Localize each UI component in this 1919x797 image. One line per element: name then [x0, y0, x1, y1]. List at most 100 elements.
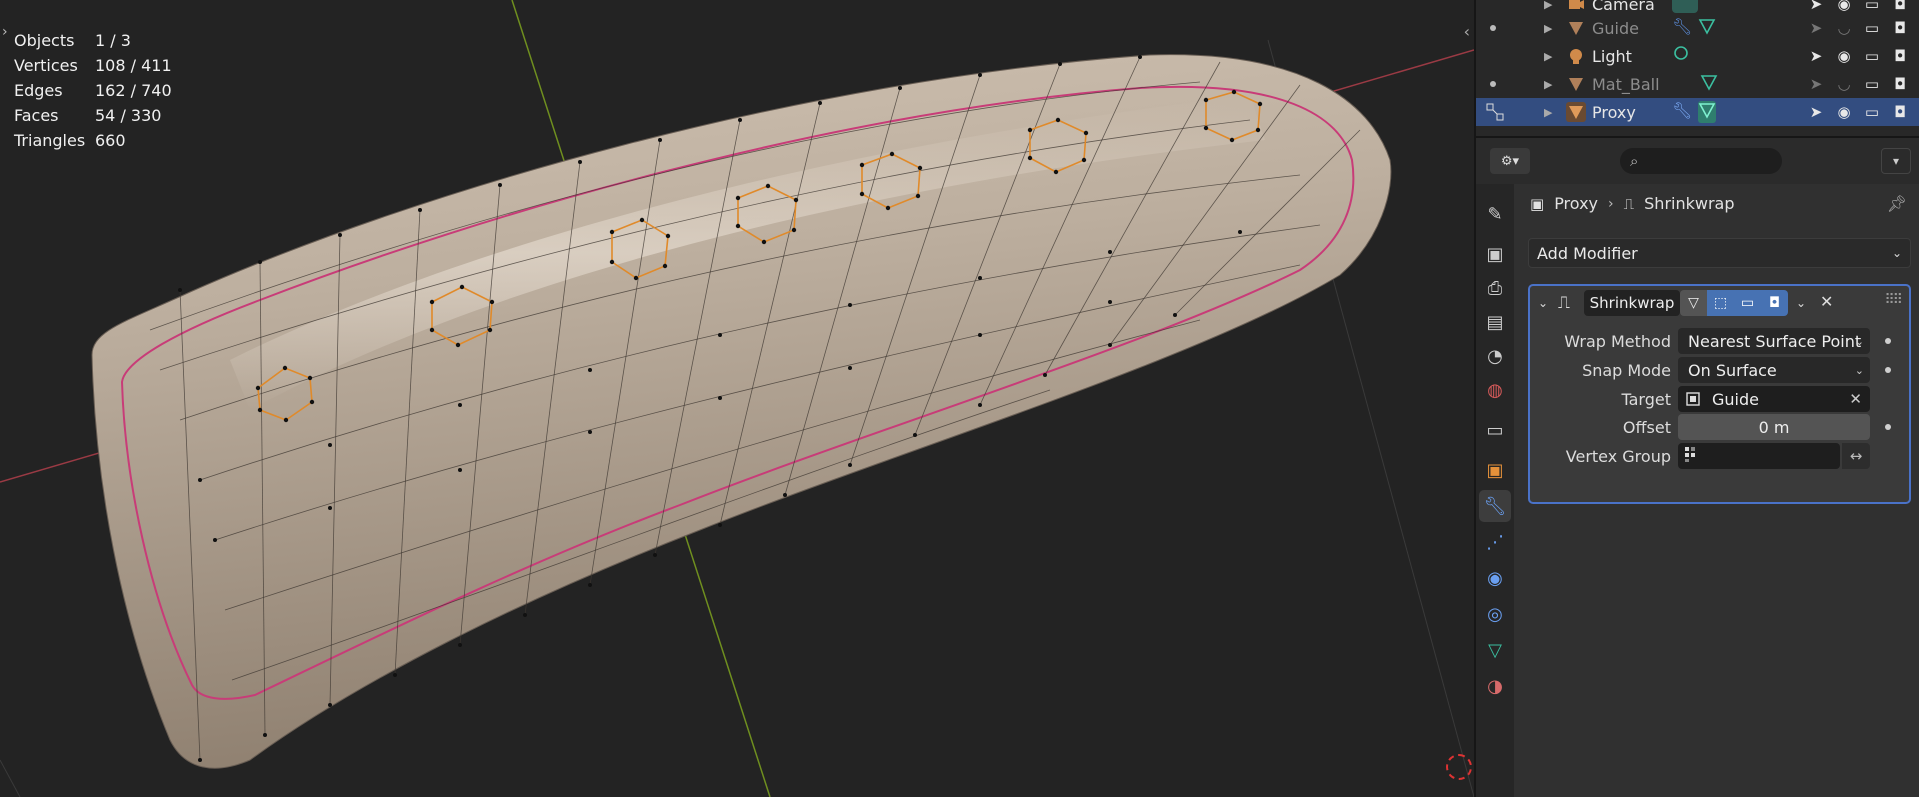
keyframe-dot-icon[interactable] — [1885, 338, 1891, 344]
modifier-header: ⌄ ⎍ Shrinkwrap ▽ ⬚ ▭ ◘ ⌄ ✕ ⠿⠿ — [1530, 286, 1909, 320]
breadcrumb-modifier: Shrinkwrap — [1644, 194, 1735, 213]
tab-world[interactable]: ◍ — [1479, 374, 1511, 406]
expand-arrow-icon[interactable]: ▶ — [1544, 0, 1552, 11]
tab-constraints[interactable]: ◎ — [1479, 598, 1511, 630]
offset-number-field[interactable]: 0 m — [1678, 414, 1870, 440]
collapse-chevron-icon[interactable]: ⌄ — [1538, 296, 1548, 310]
tab-modifiers[interactable]: 🔧︎ — [1479, 490, 1511, 522]
select-arrow-icon[interactable]: ➤ — [1806, 0, 1826, 14]
drag-handle-icon[interactable]: ⠿⠿ — [1884, 292, 1902, 308]
stat-label: Faces — [14, 106, 59, 125]
vertex-group-icon — [1684, 446, 1700, 466]
tab-physics[interactable]: ◉ — [1479, 562, 1511, 594]
tab-output[interactable]: ⎙ — [1479, 272, 1511, 304]
render-toggle-icon[interactable]: ◘ — [1761, 290, 1788, 316]
monitor-icon[interactable]: ▭ — [1862, 102, 1882, 122]
outliner-item-light[interactable]: ▶ Light ➤ ◉ ▭ ◘ — [1476, 42, 1919, 70]
target-object-field[interactable]: Guide ✕ — [1678, 386, 1870, 412]
stat-label: Triangles — [14, 131, 86, 150]
tab-view-layer[interactable]: ▤ — [1479, 306, 1511, 338]
render-camera-icon[interactable]: ◘ — [1890, 46, 1910, 66]
stat-value: 108 / 411 — [95, 56, 172, 75]
outliner-item-mat-ball[interactable]: ▶ Mat_Ball ➤ ◡ ▭ ◘ — [1476, 70, 1919, 98]
select-arrow-icon[interactable]: ➤ — [1806, 102, 1826, 122]
edit-mode-toggle-icon[interactable]: ⬚ — [1707, 290, 1734, 316]
close-icon[interactable]: ✕ — [1820, 292, 1833, 311]
stat-label: Vertices — [14, 56, 78, 75]
outliner[interactable]: ▶ Camera ➤ ◉ ▭ ◘ ▶ Guide 🔧︎ ➤ ◡ ▭ ◘ ▶ Light ➤ ◉… — [1474, 0, 1919, 136]
eye-closed-icon[interactable]: ◡ — [1834, 74, 1854, 94]
mesh-data-icon[interactable] — [1700, 73, 1718, 95]
select-arrow-icon[interactable]: ➤ — [1806, 74, 1826, 94]
editor-type-button[interactable]: ⚙︎▾ — [1490, 148, 1530, 174]
options-dropdown[interactable]: ▾ — [1881, 148, 1911, 174]
pin-icon[interactable]: 📌︎ — [1887, 194, 1907, 213]
expand-arrow-icon[interactable]: ▶ — [1544, 22, 1552, 35]
mesh-data-icon[interactable] — [1698, 17, 1716, 39]
tab-scene[interactable]: ◔ — [1479, 340, 1511, 372]
tab-collection[interactable]: ▭ — [1479, 414, 1511, 446]
clear-target-icon[interactable]: ✕ — [1849, 390, 1862, 408]
target-value: Guide — [1712, 389, 1759, 409]
3d-viewport[interactable]: › ‹ Objects 1 / 3 Vertices 108 / 411 Edges… — [0, 0, 1474, 797]
monitor-icon[interactable]: ▭ — [1862, 74, 1882, 94]
monitor-icon[interactable]: ▭ — [1862, 0, 1882, 14]
keyframe-dot-icon[interactable] — [1885, 367, 1891, 373]
eye-icon[interactable]: ◉ — [1834, 0, 1854, 14]
tab-material[interactable]: ◑ — [1479, 670, 1511, 702]
stat-row: Vertices 108 / 411 — [14, 53, 172, 78]
eye-icon[interactable]: ◉ — [1834, 102, 1854, 122]
offset-row: Offset 0 m — [1530, 414, 1909, 440]
render-camera-icon[interactable]: ◘ — [1890, 74, 1910, 94]
tab-tool[interactable]: ✎ — [1479, 198, 1511, 230]
tab-object[interactable]: ▣ — [1479, 454, 1511, 486]
chevron-down-icon[interactable]: ⌄ — [1796, 296, 1806, 310]
monitor-icon[interactable]: ▭ — [1862, 46, 1882, 66]
3d-cursor-icon[interactable] — [1446, 754, 1472, 780]
eye-closed-icon[interactable]: ◡ — [1834, 18, 1854, 38]
scene-icon: ◔ — [1487, 345, 1503, 367]
render-camera-icon[interactable]: ◘ — [1890, 102, 1910, 122]
select-arrow-icon[interactable]: ➤ — [1806, 18, 1826, 38]
eye-icon[interactable]: ◉ — [1834, 46, 1854, 66]
monitor-icon[interactable]: ▭ — [1862, 18, 1882, 38]
wrench-icon[interactable]: 🔧︎ — [1672, 17, 1692, 39]
tab-particles[interactable]: ⋰ — [1479, 526, 1511, 558]
search-input[interactable]: ⌕ — [1620, 148, 1782, 174]
modifier-name-field[interactable]: Shrinkwrap — [1584, 290, 1680, 316]
image-stack-icon: ▤ — [1486, 311, 1504, 333]
add-modifier-button[interactable]: Add Modifier ⌄ — [1528, 238, 1911, 268]
mesh-data-icon[interactable] — [1698, 101, 1717, 123]
render-camera-icon[interactable]: ◘ — [1890, 0, 1910, 14]
snap-mode-dropdown[interactable]: On Surface ⌄ — [1678, 357, 1870, 383]
properties-editor[interactable]: ⚙︎▾ ⌕ ▾ ✎ ▣ ⎙ ▤ ◔ ◍ ▭ ▣ 🔧︎ ⋰ ◉ ◎ ▽ ◑ ▣ P… — [1474, 136, 1919, 797]
tab-data[interactable]: ▽ — [1479, 634, 1511, 666]
chevron-down-icon: ⌄ — [1854, 363, 1864, 377]
stat-value: 660 — [95, 131, 126, 150]
vertex-group-field[interactable] — [1678, 443, 1840, 469]
constraint-icon: ◎ — [1487, 603, 1503, 625]
outliner-item-guide[interactable]: ▶ Guide 🔧︎ ➤ ◡ ▭ ◘ — [1476, 14, 1919, 42]
tab-render[interactable]: ▣ — [1479, 238, 1511, 270]
dropdown-value: Nearest Surface Point — [1688, 331, 1862, 351]
light-data-icon[interactable] — [1672, 45, 1690, 67]
select-arrow-icon[interactable]: ➤ — [1806, 46, 1826, 66]
expand-arrow-icon[interactable]: ▶ — [1544, 78, 1552, 91]
keyframe-dot-icon[interactable] — [1885, 424, 1891, 430]
viewport-toggle-icon[interactable]: ▭ — [1734, 290, 1761, 316]
expand-arrow-icon[interactable]: ▶ — [1544, 106, 1552, 119]
render-camera-icon[interactable]: ◘ — [1890, 18, 1910, 38]
on-cage-toggle-icon[interactable]: ▽ — [1680, 290, 1707, 316]
wrench-icon[interactable]: 🔧︎ — [1672, 101, 1692, 123]
expand-arrow-icon[interactable]: ▶ — [1544, 50, 1552, 63]
mesh-scene[interactable] — [0, 0, 1474, 797]
camera-data-icon — [1672, 0, 1698, 13]
viewport-expand-arrow[interactable]: › — [2, 24, 8, 40]
outliner-item-proxy[interactable]: ▶ Proxy 🔧︎ ➤ ◉ ▭ ◘ — [1476, 98, 1919, 126]
wrap-method-dropdown[interactable]: Nearest Surface Point ⌄ — [1678, 328, 1870, 354]
outliner-item-label: Proxy — [1592, 102, 1636, 122]
stat-row: Triangles 660 — [14, 128, 172, 153]
invert-arrows-icon[interactable]: ↔ — [1842, 443, 1870, 469]
shrinkwrap-modifier-panel: ⌄ ⎍ Shrinkwrap ▽ ⬚ ▭ ◘ ⌄ ✕ ⠿⠿ Wrap Metho… — [1528, 284, 1911, 504]
sidebar-toggle-arrow[interactable]: ‹ — [1464, 22, 1470, 41]
